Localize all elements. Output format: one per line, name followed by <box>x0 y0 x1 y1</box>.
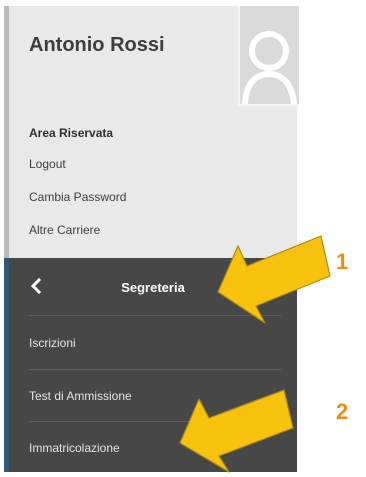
annotation-step-number: 1 <box>336 249 349 274</box>
annotation-step-number: 2 <box>336 399 349 424</box>
annotation-arrow-1-icon <box>217 235 331 324</box>
annotation-arrow-2-icon <box>179 389 294 473</box>
screenshot-stage: Antonio Rossi Area Riservata Logout Camb… <box>0 0 366 477</box>
annotation-arrows <box>179 235 331 473</box>
